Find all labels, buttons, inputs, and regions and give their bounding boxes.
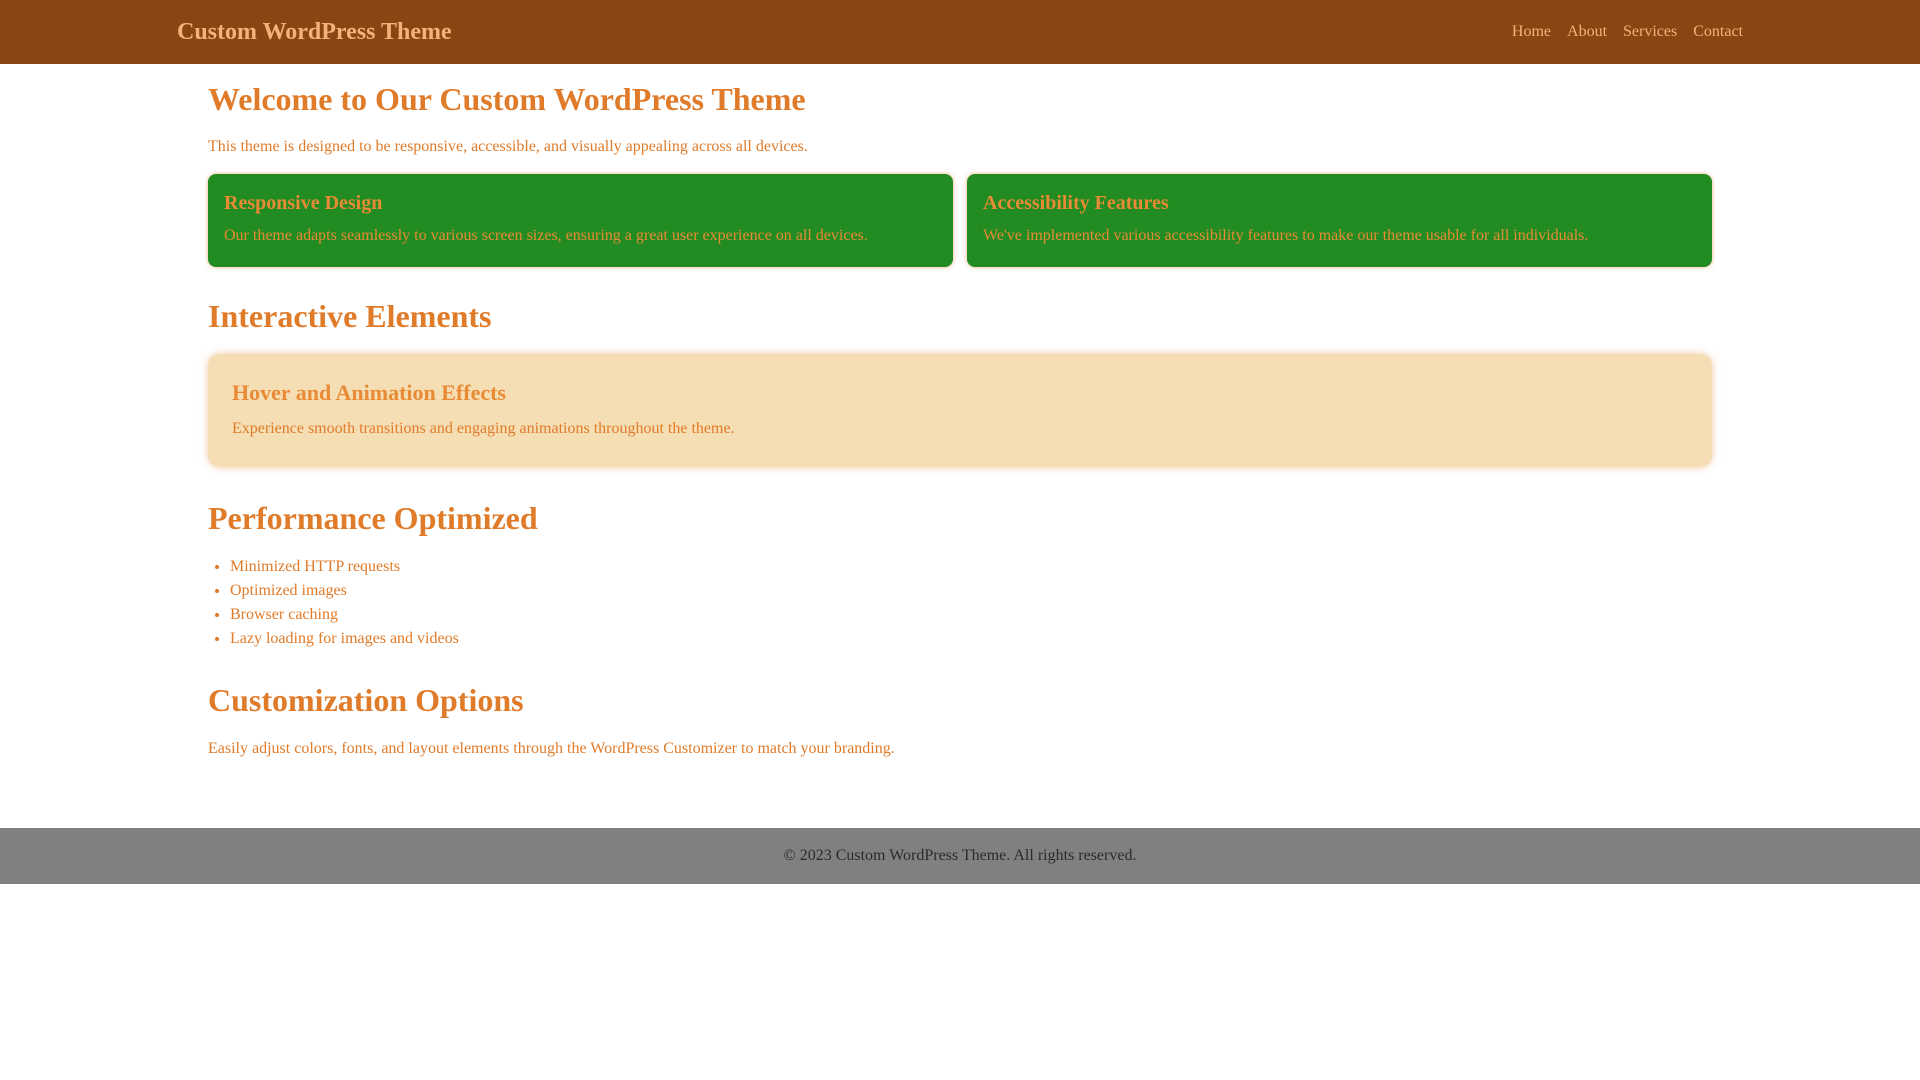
feature-text: We've implemented various accessibility … bbox=[983, 227, 1589, 245]
footer-copyright: © 2023 Custom WordPress Theme. All right… bbox=[783, 847, 1137, 864]
interactive-card[interactable]: Hover and Animation Effects Experience s… bbox=[208, 353, 1712, 467]
site-title[interactable]: Custom WordPress Theme bbox=[177, 18, 452, 47]
list-item: Minimized HTTP requests bbox=[230, 555, 1712, 579]
main-nav: Home About Services Contact bbox=[1496, 23, 1743, 41]
nav-item-home: Home bbox=[1512, 23, 1551, 41]
intro-section: Welcome to Our Custom WordPress Theme Th… bbox=[208, 80, 1712, 156]
intro-text: This theme is designed to be responsive,… bbox=[208, 138, 808, 156]
nav-item-services: Services bbox=[1623, 23, 1677, 41]
list-item: Browser caching bbox=[230, 603, 1712, 627]
site-footer: © 2023 Custom WordPress Theme. All right… bbox=[0, 828, 1920, 884]
performance-section: Performance Optimized Minimized HTTP req… bbox=[208, 499, 1712, 651]
nav-item-contact: Contact bbox=[1693, 23, 1743, 41]
feature-text: Our theme adapts seamlessly to various s… bbox=[224, 227, 868, 245]
customization-section: Customization Options Easily adjust colo… bbox=[208, 681, 1712, 757]
feature-title: Accessibility Features bbox=[983, 192, 1169, 215]
feature-card-accessibility[interactable]: Accessibility Features We've implemented… bbox=[967, 174, 1712, 268]
customization-heading: Customization Options bbox=[208, 682, 524, 719]
customization-text: Easily adjust colors, fonts, and layout … bbox=[208, 739, 895, 757]
nav-list: Home About Services Contact bbox=[1496, 23, 1743, 41]
site-header: Custom WordPress Theme Home About Servic… bbox=[0, 0, 1920, 64]
main-content: Welcome to Our Custom WordPress Theme Th… bbox=[208, 80, 1712, 758]
list-item: Lazy loading for images and videos bbox=[230, 627, 1712, 651]
list-item: Optimized images bbox=[230, 579, 1712, 603]
features-section: Responsive Design Our theme adapts seaml… bbox=[208, 174, 1712, 268]
interactive-card-text: Experience smooth transitions and engagi… bbox=[232, 419, 735, 437]
interactive-section: Interactive Elements Hover and Animation… bbox=[208, 297, 1712, 467]
performance-list: Minimized HTTP requests Optimized images… bbox=[208, 555, 1712, 651]
nav-link-about[interactable]: About bbox=[1567, 23, 1607, 40]
interactive-card-title: Hover and Animation Effects bbox=[232, 379, 506, 405]
page-title: Welcome to Our Custom WordPress Theme bbox=[208, 81, 806, 117]
interactive-heading: Interactive Elements bbox=[208, 298, 492, 335]
header-inner: Custom WordPress Theme Home About Servic… bbox=[177, 0, 1743, 64]
nav-link-services[interactable]: Services bbox=[1623, 23, 1677, 40]
nav-link-home[interactable]: Home bbox=[1512, 23, 1551, 40]
performance-heading: Performance Optimized bbox=[208, 499, 538, 536]
nav-item-about: About bbox=[1567, 23, 1607, 41]
nav-link-contact[interactable]: Contact bbox=[1693, 23, 1743, 40]
feature-title: Responsive Design bbox=[224, 192, 383, 215]
feature-card-responsive[interactable]: Responsive Design Our theme adapts seaml… bbox=[208, 174, 953, 268]
